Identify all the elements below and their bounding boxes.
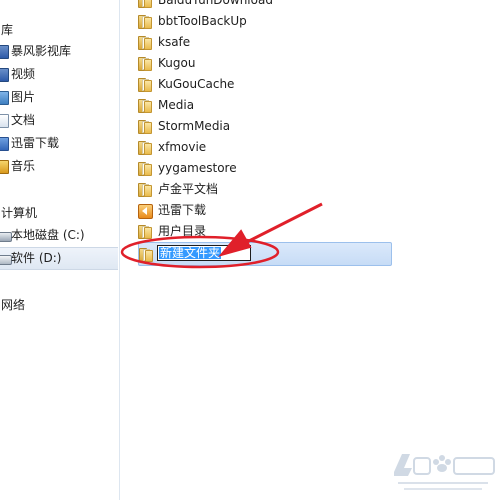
navigation-pane: 库 暴风影视库 视频 图片 文档 迅雷下载 音乐 计算机 本地磁盘 (C:) 软…	[0, 0, 120, 500]
file-name: BaiduYunDownload	[158, 0, 273, 7]
folder-icon	[138, 162, 152, 176]
file-name: yygamestore	[158, 161, 237, 175]
rename-selected-text: 新建文件夹	[159, 246, 222, 260]
nav-item-documents[interactable]: 文档	[0, 110, 118, 131]
thunder-folder-icon	[138, 204, 153, 219]
thunder-download-icon	[0, 137, 9, 151]
rename-input[interactable]: 新建文件夹	[157, 245, 251, 261]
nav-computer-header[interactable]: 计算机	[1, 203, 37, 223]
nav-item-music[interactable]: 音乐	[0, 156, 118, 177]
folder-icon	[138, 141, 152, 155]
nav-item-label: 迅雷下载	[11, 136, 60, 150]
folder-icon	[138, 0, 152, 8]
folder-icon	[139, 248, 153, 262]
nav-library-header[interactable]: 库	[1, 20, 13, 40]
nav-item-label: 音乐	[11, 159, 36, 173]
nav-network-header[interactable]: 网络	[1, 295, 25, 315]
file-row-renaming[interactable]: 新建文件夹	[138, 242, 392, 266]
nav-item-drive-d[interactable]: 软件 (D:)	[0, 247, 118, 270]
folder-icon	[138, 99, 152, 113]
music-icon	[0, 160, 9, 174]
picture-icon	[0, 91, 9, 105]
folder-icon	[138, 225, 152, 239]
folder-icon	[138, 120, 152, 134]
nav-item-videos[interactable]: 视频	[0, 64, 118, 85]
watermark-logo-icon	[394, 454, 495, 490]
nav-item-thunder-download[interactable]: 迅雷下载	[0, 133, 118, 154]
folder-icon	[138, 15, 152, 29]
nav-item-label: 软件 (D:)	[11, 251, 62, 265]
watermark-logo	[390, 448, 500, 498]
folder-icon	[138, 78, 152, 92]
file-name: KuGouCache	[158, 77, 235, 91]
folder-icon	[138, 36, 152, 50]
folder-icon	[138, 183, 152, 197]
video-library-icon	[0, 45, 9, 59]
nav-item-label: 视频	[11, 67, 36, 81]
file-name: 用户目录	[158, 224, 207, 238]
nav-item-label: 图片	[11, 90, 36, 104]
nav-item-label: 本地磁盘 (C:)	[11, 228, 85, 242]
file-name: Media	[158, 98, 195, 112]
file-name: 卢金平文档	[158, 182, 219, 196]
document-icon	[0, 114, 9, 128]
file-name: Kugou	[158, 56, 196, 70]
file-name: xfmovie	[158, 140, 207, 154]
nav-item-label: 文档	[11, 113, 36, 127]
file-name: 迅雷下载	[158, 203, 207, 217]
file-name: ksafe	[158, 35, 191, 49]
folder-icon	[138, 57, 152, 71]
nav-item-storm-video-library[interactable]: 暴风影视库	[0, 41, 118, 62]
file-name: bbtToolBackUp	[158, 14, 247, 28]
nav-item-label: 暴风影视库	[11, 44, 72, 58]
file-list: BaiduYunDownload bbtToolBackUp ksafe Kug…	[120, 0, 500, 500]
video-icon	[0, 68, 9, 82]
nav-item-drive-c[interactable]: 本地磁盘 (C:)	[0, 225, 118, 246]
file-name: StormMedia	[158, 119, 231, 133]
nav-item-pictures[interactable]: 图片	[0, 87, 118, 108]
